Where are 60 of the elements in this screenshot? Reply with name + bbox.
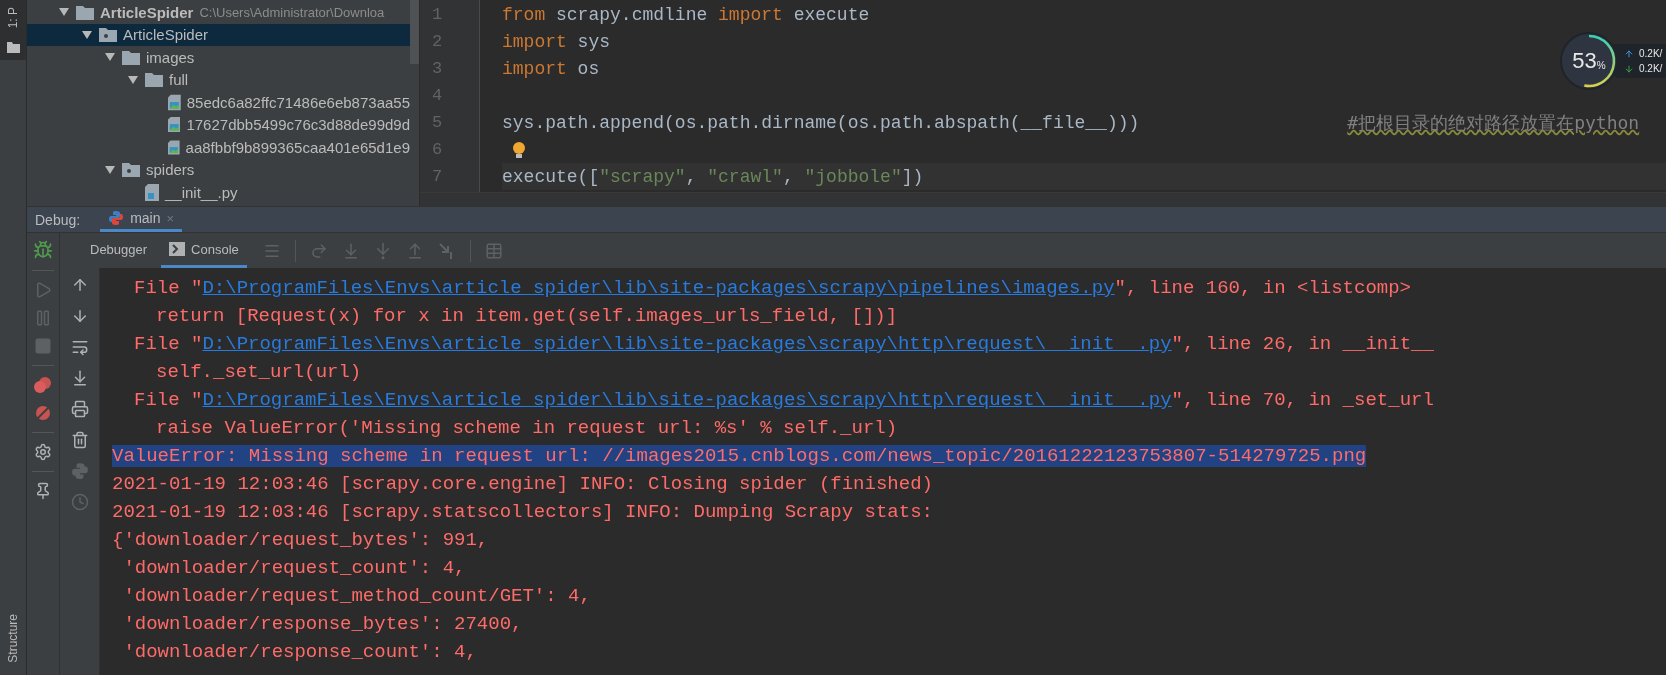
code-text: , [782, 166, 795, 187]
percent-unit: % [1596, 59, 1606, 71]
code-text: execute([ [502, 166, 600, 187]
traceback-line: File "D:\ProgramFiles\Envs\article_spider\lib\site-packages\scrapy\http\request\__init__.py", line 26, in __init__ [133, 332, 1435, 357]
file-link[interactable]: D:\ProgramFiles\Envs\article_spider\lib\site-packages\scrapy\pipelines\images.py [202, 277, 1115, 299]
console-line: {'downloader/request_bytes': 991, [112, 528, 490, 553]
code-text: sys [576, 31, 611, 52]
tree-item-label: 17627dbb5499c76c3d88de99d9d [186, 116, 410, 134]
upload-speed: 0.2K/ [1639, 48, 1663, 59]
tree-item[interactable]: full [27, 68, 410, 91]
traceback-line: File "D:\ProgramFiles\Envs\article_spider\lib\site-packages\scrapy\pipelines\images.py", line 160, in <listcomp> [133, 276, 1413, 301]
code-text: , [685, 166, 698, 187]
tree-item-label: images [146, 48, 195, 66]
console-line: 2021-01-19 12:03:46 [scrapy.statscollectors] INFO: Dumping Scrapy stats: [112, 500, 934, 525]
code-text: "crawl" [707, 166, 783, 187]
code-text: import [502, 31, 567, 52]
code-text: "jobbole" [804, 166, 902, 187]
console-line: return [Request(x) for x in item.get(self.images_urls_field, [])] [155, 304, 899, 329]
code-text: sys.path.append(os.path.dirname(os.path.abspath(__file__))) [502, 112, 1140, 133]
tree-item-label: 85edc6a82ffc71486e6eb873aa55 [186, 93, 410, 111]
console-line: 'downloader/request_method_count/GET': 4, [122, 584, 592, 609]
tree-item-label: full [169, 71, 189, 89]
code-text: import [502, 58, 567, 79]
usage-percent: 53 [1572, 48, 1597, 74]
project-path: C:\Users\Administrator\Downloa [199, 4, 385, 20]
tree-item-label: ArticleSpider [100, 3, 194, 21]
traceback-line: File "D:\ProgramFiles\Envs\article_spider\lib\site-packages\scrapy\http\request\__init__.py", line 70, in _set_url [133, 388, 1435, 413]
tree-item-label: ArticleSpider [123, 26, 209, 44]
download-speed: 0.2K/ [1639, 63, 1663, 74]
tree-item[interactable]: __init__.py [27, 181, 410, 204]
code-text: os [576, 58, 600, 79]
tree-item-label: __init__.py [165, 183, 238, 201]
tool-tab[interactable]: Debugger [82, 233, 156, 268]
console-line: 'downloader/request_count': 4, [122, 556, 467, 581]
tree-item[interactable]: spiders [27, 158, 410, 181]
tree-item-label: aa8fbbf9b899365caa401e65d1e9 [185, 138, 410, 156]
tree-item[interactable]: aa8fbbf9b899365caa401e65d1e9 [27, 136, 410, 159]
debug-label: Debug: [35, 211, 81, 228]
console-line: raise ValueError('Missing scheme in request url: %s' % self._url) [155, 416, 899, 441]
code-text: import [718, 4, 783, 25]
tree-item[interactable]: images [27, 46, 410, 69]
code-text: ]) [901, 166, 924, 187]
console-line: self._set_url(url) [155, 360, 363, 385]
tree-item[interactable]: 17627dbb5499c76c3d88de99d9d [27, 113, 410, 136]
project-tab[interactable]: 1: P [6, 7, 20, 29]
code-text: "scrapy" [599, 166, 686, 187]
file-link[interactable]: D:\ProgramFiles\Envs\article_spider\lib\site-packages\scrapy\http\request\__init__.py [202, 333, 1172, 355]
code-text: execute [792, 4, 870, 25]
tree-item[interactable]: 85edc6a82ffc71486e6eb873aa55 [27, 91, 410, 114]
code-text: scrapy.cmdline [555, 4, 709, 25]
structure-tab[interactable]: Structure [6, 613, 20, 663]
console-line: 2021-01-19 12:03:46 [scrapy.core.engine] INFO: Closing spider (finished) [112, 472, 934, 497]
tree-item-label: spiders [146, 161, 195, 179]
code-comment: #把根目录的绝对路径放置在python [1347, 110, 1640, 135]
code-text: from [502, 4, 546, 25]
tree-item[interactable]: ArticleSpider C:\Users\Administrator\Downloa [27, 1, 410, 24]
console-line: 'downloader/response_count': 4, [122, 640, 478, 665]
file-link[interactable]: D:\ProgramFiles\Envs\article_spider\lib\site-packages\scrapy\http\request\__init__.py [202, 389, 1172, 411]
console-line: 'downloader/response_bytes': 27400, [122, 612, 524, 637]
tree-item[interactable]: ArticleSpider [27, 23, 410, 46]
